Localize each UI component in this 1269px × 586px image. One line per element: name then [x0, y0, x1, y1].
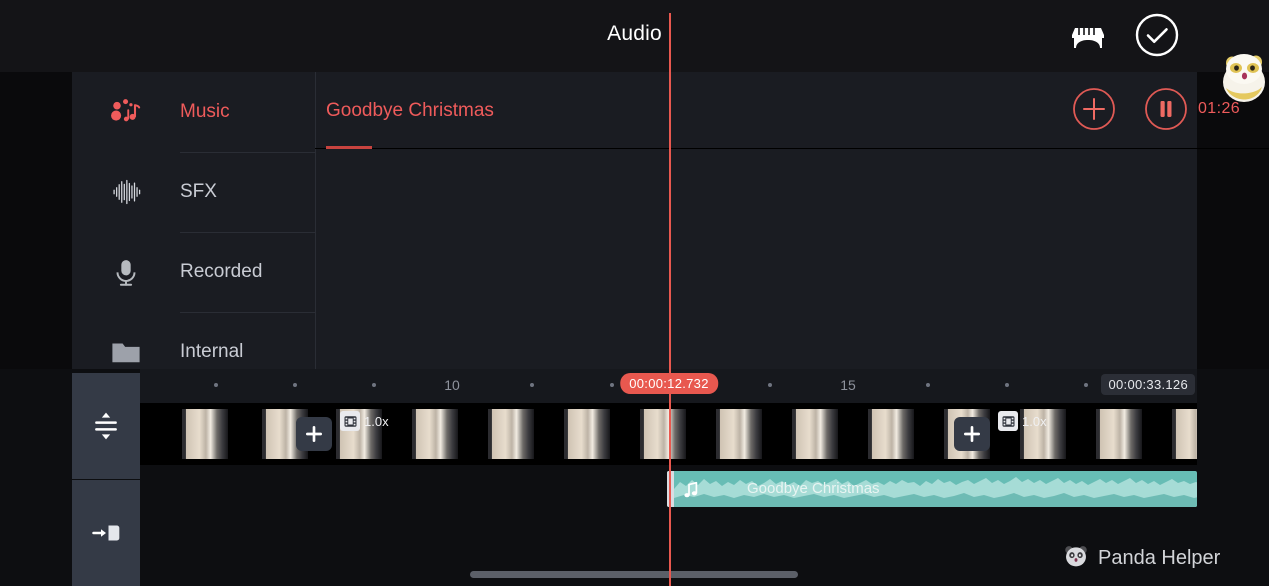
watermark: Panda Helper: [1063, 543, 1220, 574]
track-height-button[interactable]: [72, 373, 140, 479]
sidebar-item-label: Recorded: [180, 261, 263, 282]
playhead-time-badge[interactable]: 00:00:12.732: [620, 373, 718, 394]
store-icon[interactable]: [1066, 14, 1110, 58]
plus-icon: [964, 426, 980, 442]
playhead-line[interactable]: [669, 13, 671, 586]
sidebar-item-sfx[interactable]: SFX: [72, 152, 315, 232]
video-thumbnail: [182, 409, 228, 459]
panda-mascot: [1216, 48, 1269, 104]
video-thumbnail: [564, 409, 610, 459]
folder-icon: [72, 335, 180, 369]
audio-browser-panel: Music SFX Recorded Internal Goodbye Chri…: [72, 72, 1269, 369]
timeline-scrollbar-thumb[interactable]: [470, 571, 798, 578]
ruler-tick: [610, 383, 614, 387]
active-tab-underline: [326, 146, 372, 149]
ruler-tick-label: 15: [840, 377, 856, 393]
ruler-tick: [926, 383, 930, 387]
audio-clip-label: Goodbye Christmas: [747, 480, 880, 497]
total-duration-label: 00:00:33.126: [1101, 374, 1195, 395]
music-note-icon: [681, 479, 701, 499]
video-thumbnail: [792, 409, 838, 459]
top-header: Audio: [0, 0, 1269, 72]
video-thumbnail: [640, 409, 686, 459]
ruler-tick: [1005, 383, 1009, 387]
song-title-tab[interactable]: Goodbye Christmas: [326, 100, 494, 122]
microphone-icon: [72, 255, 180, 289]
song-duration: 01:26: [1198, 100, 1241, 117]
ruler-tick: [293, 383, 297, 387]
sidebar-item-label: SFX: [180, 181, 217, 202]
sidebar-item-internal[interactable]: Internal: [72, 312, 315, 369]
speed-badge[interactable]: 1.0x: [340, 411, 389, 431]
video-thumbnail: [1096, 409, 1142, 459]
sidebar-item-music[interactable]: Music: [72, 72, 315, 152]
waveform-icon: [72, 175, 180, 209]
watermark-label: Panda Helper: [1098, 547, 1221, 569]
sidebar-item-recorded[interactable]: Recorded: [72, 232, 315, 312]
selected-song-bar: Goodbye Christmas 01:26: [315, 72, 1269, 150]
ruler-tick: [768, 383, 772, 387]
ruler-tick: [530, 383, 534, 387]
speed-label: 1.0x: [364, 413, 389, 429]
ruler-tick: [214, 383, 218, 387]
video-thumbnail: [1172, 409, 1197, 459]
video-thumbnail: [412, 409, 458, 459]
done-button[interactable]: [1134, 12, 1180, 58]
transition-button[interactable]: [296, 417, 332, 451]
timeline-toolbar: [72, 369, 140, 586]
ruler-tick-label: 10: [444, 377, 460, 393]
add-audio-button[interactable]: [1072, 87, 1116, 131]
songbar-rule: [315, 148, 1269, 149]
panda-icon: [1063, 543, 1089, 574]
video-editor-audio-screen: Audio Music SFX Recorded Internal Goodby…: [0, 0, 1269, 586]
film-icon: [998, 411, 1018, 431]
film-icon: [340, 411, 360, 431]
audio-clip[interactable]: Goodbye Christmas: [667, 471, 1197, 507]
music-notes-icon: [72, 94, 180, 130]
video-thumbnail: [868, 409, 914, 459]
transition-button[interactable]: [954, 417, 990, 451]
video-thumbnail: [716, 409, 762, 459]
audio-category-sidebar: Music SFX Recorded Internal: [72, 72, 315, 369]
plus-icon: [306, 426, 322, 442]
ruler-tick: [372, 383, 376, 387]
speed-label: 1.0x: [1022, 413, 1047, 429]
sidebar-item-label: Internal: [180, 341, 244, 362]
pause-button[interactable]: [1144, 87, 1188, 131]
speed-badge[interactable]: 1.0x: [998, 411, 1047, 431]
add-clip-button[interactable]: [72, 480, 140, 586]
ruler-tick: [1084, 383, 1088, 387]
sidebar-item-label: Music: [180, 101, 230, 122]
video-thumbnail: [488, 409, 534, 459]
